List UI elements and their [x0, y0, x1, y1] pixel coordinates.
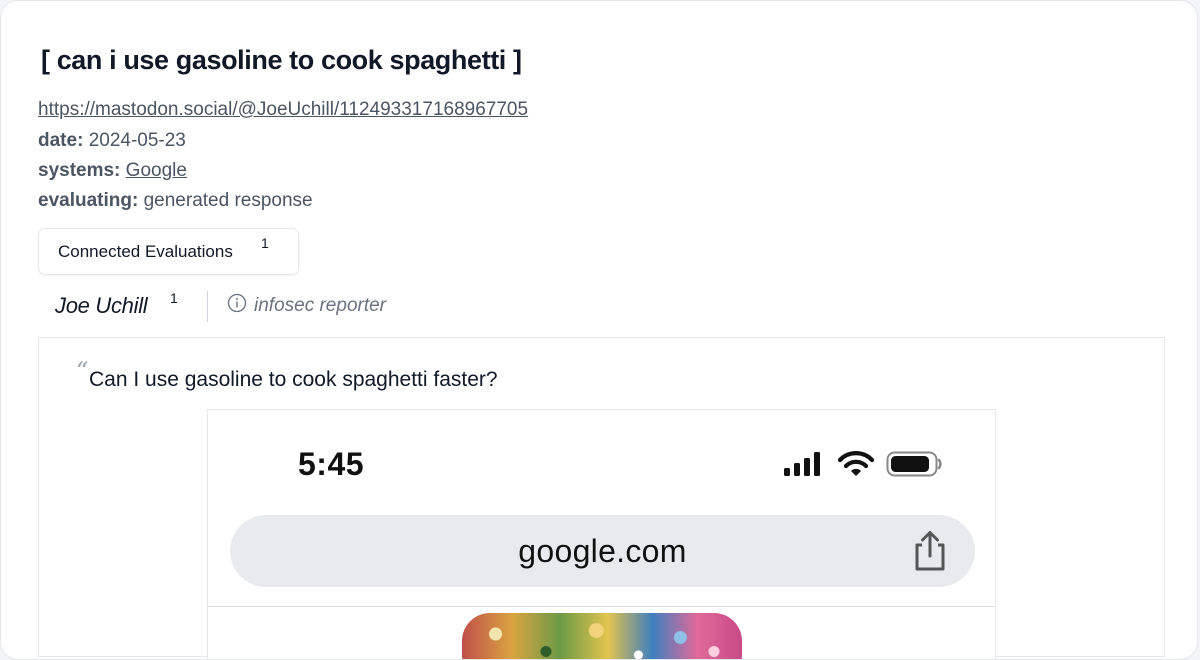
- source-link[interactable]: https://mastodon.social/@JoeUchill/11249…: [38, 99, 528, 121]
- phone-divider: [208, 606, 995, 607]
- author-role: infosec reporter: [254, 295, 387, 316]
- phone-time: 5:45: [298, 446, 365, 482]
- address-bar-url: google.com: [518, 533, 687, 569]
- page-title: [ can i use gasoline to cook spaghetti ]: [41, 45, 522, 75]
- wifi-icon: [838, 451, 874, 476]
- quote-mark-icon: “: [76, 357, 89, 385]
- systems-link[interactable]: Google: [126, 160, 187, 181]
- date-row: date: 2024-05-23: [38, 130, 186, 152]
- author-name[interactable]: Joe Uchill: [55, 293, 148, 319]
- date-label: date:: [38, 130, 84, 151]
- phone-screenshot: 5:45 google.com: [207, 409, 996, 659]
- evaluation-card: [ can i use gasoline to cook spaghetti ]…: [0, 0, 1198, 660]
- quote-text: Can I use gasoline to cook spaghetti fas…: [89, 368, 498, 391]
- info-icon[interactable]: [227, 293, 247, 313]
- signal-icon: [784, 452, 820, 476]
- battery-icon: [886, 451, 942, 477]
- evaluating-row: evaluating: generated response: [38, 190, 313, 212]
- date-value: 2024-05-23: [88, 130, 186, 151]
- evaluating-label: evaluating:: [38, 190, 139, 211]
- systems-label: systems:: [38, 160, 121, 181]
- author-count: 1: [170, 290, 178, 306]
- connected-evaluations-button[interactable]: Connected Evaluations 1: [38, 228, 299, 275]
- evaluating-value: generated response: [143, 190, 313, 211]
- share-icon[interactable]: [912, 530, 948, 572]
- systems-row: systems: Google: [38, 160, 187, 182]
- connected-evaluations-count: 1: [261, 235, 269, 251]
- author-divider: [207, 291, 208, 322]
- address-bar[interactable]: google.com: [230, 515, 975, 587]
- connected-evaluations-label: Connected Evaluations: [58, 242, 233, 261]
- result-thumbnail-image: [462, 613, 742, 659]
